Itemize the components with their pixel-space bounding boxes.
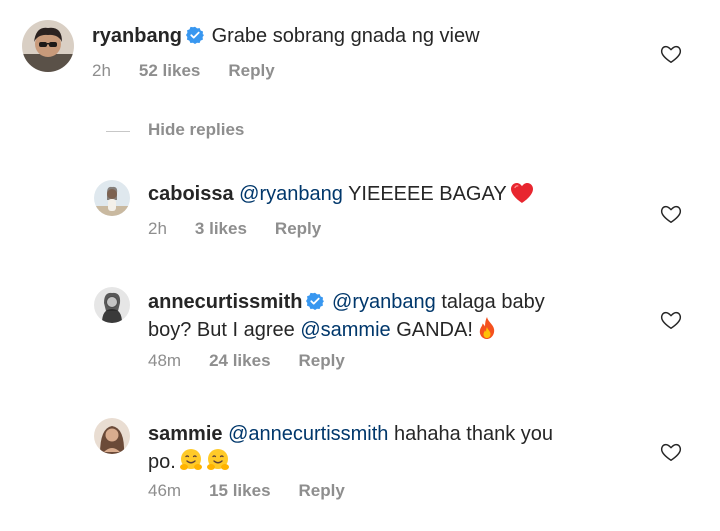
hugging-face-emoji <box>179 449 202 470</box>
avatar-sammie[interactable] <box>94 418 130 454</box>
mention-link[interactable]: @annecurtissmith <box>228 423 388 445</box>
comment-time: 2h <box>148 219 167 238</box>
comment-time: 46m <box>148 481 182 500</box>
likes-count[interactable]: 52 likes <box>139 61 200 80</box>
username-sammie[interactable]: sammie <box>148 423 223 445</box>
red-heart-emoji <box>510 183 533 203</box>
avatar-annecurtissmith[interactable] <box>94 287 130 323</box>
heart-outline-icon[interactable] <box>660 441 682 463</box>
avatar-ryanbang[interactable] <box>22 20 74 72</box>
comment-time: 48m <box>148 351 182 370</box>
comment-text-line1: hahaha thank you <box>394 423 554 445</box>
divider-line <box>106 131 130 132</box>
verified-badge-icon <box>306 292 325 310</box>
avatar-caboissa[interactable] <box>94 180 130 216</box>
heart-outline-icon[interactable] <box>660 309 682 331</box>
comment-text-line3: GANDA! <box>396 319 473 341</box>
likes-count[interactable]: 3 likes <box>195 219 247 238</box>
username-caboissa[interactable]: caboissa <box>148 183 234 205</box>
reply-button[interactable]: Reply <box>228 61 274 80</box>
hide-replies-label: Hide replies <box>148 120 245 139</box>
likes-count[interactable]: 24 likes <box>209 351 270 370</box>
comment-text-line2: boy? But I agree <box>148 319 295 341</box>
reply-button[interactable]: Reply <box>275 219 321 238</box>
comment-text: YIEEEEE BAGAY <box>348 183 507 205</box>
comment-text-line1: talaga baby <box>441 291 545 313</box>
username-ryanbang[interactable]: ryanbang <box>92 25 182 47</box>
fire-emoji <box>479 317 495 339</box>
verified-badge-icon <box>186 26 205 44</box>
comment-time: 2h <box>92 61 111 80</box>
comment-text-line2: po. <box>148 451 176 473</box>
mention-link[interactable]: @sammie <box>300 319 390 341</box>
likes-count[interactable]: 15 likes <box>209 481 270 500</box>
mention-link[interactable]: @ryanbang <box>332 291 436 313</box>
reply-button[interactable]: Reply <box>299 481 345 500</box>
reply-button[interactable]: Reply <box>299 351 345 370</box>
heart-outline-icon[interactable] <box>660 203 682 225</box>
username-annecurtissmith[interactable]: annecurtissmith <box>148 291 302 313</box>
heart-outline-icon[interactable] <box>660 43 682 65</box>
comment-text: Grabe sobrang gnada ng view <box>211 25 480 47</box>
mention-link[interactable]: @ryanbang <box>239 183 343 205</box>
hugging-face-emoji <box>206 449 229 470</box>
